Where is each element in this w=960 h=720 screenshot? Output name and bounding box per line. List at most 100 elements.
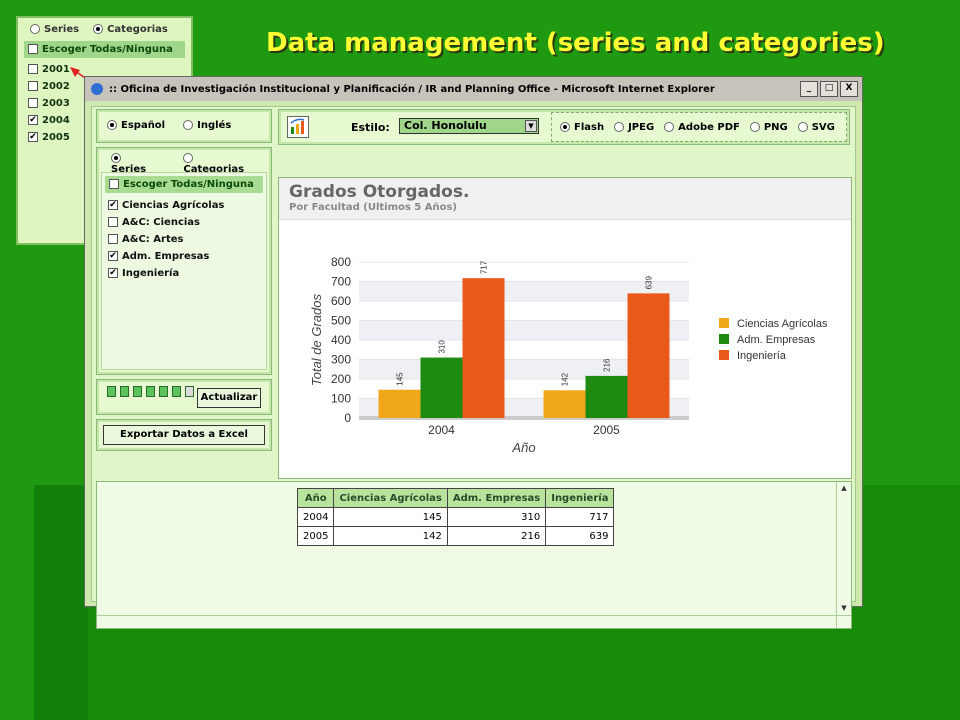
page-content: Español Inglés Series Categorias Escoger…: [91, 106, 856, 629]
y-axis-label: Total de Grados: [309, 293, 324, 386]
close-button[interactable]: X: [840, 81, 858, 97]
chart-icon[interactable]: [185, 386, 194, 397]
language-selector: Español Inglés: [96, 109, 272, 143]
radio-icon: [183, 153, 194, 163]
series-checkbox[interactable]: A&C: Ciencias: [102, 213, 266, 230]
radio-icon: [797, 121, 808, 132]
data-table: Año Ciencias Agrícolas Adm. Empresas Ingeni…: [296, 488, 615, 546]
y-tick-label: 800: [331, 255, 351, 269]
y-tick-label: 300: [331, 353, 351, 367]
table-row: 2004 145 310 717: [296, 507, 615, 527]
minimize-button[interactable]: _: [800, 81, 818, 97]
scroll-up-icon[interactable]: ▲: [839, 484, 849, 494]
table-cell: 216: [446, 526, 547, 546]
bar: [420, 357, 463, 418]
radio-icon: [107, 120, 117, 130]
format-radio[interactable]: JPEG: [614, 121, 655, 133]
select-all-toggle[interactable]: Escoger Todas/Ninguna: [105, 176, 263, 193]
series-list: Escoger Todas/Ninguna Ciencias Agrícolas A…: [101, 172, 267, 370]
y-tick-label: 600: [331, 294, 351, 308]
y-tick-label: 100: [331, 392, 351, 406]
ie-icon: [91, 83, 103, 95]
chart-icon[interactable]: [159, 386, 168, 397]
data-label: 145: [396, 372, 405, 386]
style-select-value: Col. Honolulu: [404, 119, 487, 132]
table-header: Ingeniería: [545, 488, 615, 508]
export-excel-button[interactable]: Exportar Datos a Excel: [103, 425, 265, 445]
checkbox-icon: [108, 251, 118, 261]
radio-english[interactable]: Inglés: [183, 120, 231, 131]
series-checkbox[interactable]: Adm. Empresas: [102, 247, 266, 264]
bar: [543, 390, 586, 418]
update-button[interactable]: Actualizar: [197, 388, 261, 408]
format-radio[interactable]: PNG: [749, 121, 788, 133]
y-tick-label: 500: [331, 314, 351, 328]
series-label: Ciencias Agrícolas: [122, 200, 225, 211]
radio-icon: [111, 153, 121, 163]
vertical-scrollbar[interactable]: ▲ ▼: [836, 482, 851, 628]
format-label: SVG: [811, 121, 835, 133]
x-tick-label: 2005: [593, 423, 620, 437]
format-radio[interactable]: Adobe PDF: [664, 121, 740, 133]
format-label: PNG: [763, 121, 788, 133]
refresh-icon[interactable]: [287, 116, 309, 138]
update-panel: Actualizar: [96, 379, 272, 415]
format-radio[interactable]: SVG: [797, 121, 835, 133]
chart-icon[interactable]: [133, 386, 142, 397]
data-label: 142: [561, 372, 570, 386]
chart-frame: Grados Otorgados. Por Facultad (Ultimos …: [278, 177, 852, 479]
radio-spanish-label: Español: [121, 120, 166, 131]
scroll-down-icon[interactable]: ▼: [839, 604, 849, 614]
table-row: 2005 142 216 639: [296, 526, 615, 546]
series-label: Escoger Todas/Ninguna: [123, 179, 254, 190]
format-label: JPEG: [628, 121, 655, 133]
series-label: A&C: Artes: [122, 234, 184, 245]
chart-icon[interactable]: [172, 386, 181, 397]
horizontal-scrollbar[interactable]: [97, 615, 851, 628]
chart-toolbar: Estilo: Col. Honolulu ▼ Flash JPEG Adobe P…: [278, 109, 850, 145]
format-radio[interactable]: Flash: [560, 121, 604, 133]
radio-icon: [614, 121, 625, 132]
checkbox-icon: [108, 200, 118, 210]
checkbox-icon: [108, 268, 118, 278]
table-cell: 639: [545, 526, 615, 546]
bar: [462, 278, 505, 418]
bar: [585, 375, 628, 418]
checkbox-icon: [108, 217, 118, 227]
legend-label: Adm. Empresas: [737, 334, 816, 346]
checkbox-icon: [109, 179, 119, 189]
series-checkbox[interactable]: Ciencias Agrícolas: [102, 196, 266, 213]
series-panel: Series Categorias Escoger Todas/NingunaC…: [96, 147, 272, 375]
series-label: A&C: Ciencias: [122, 217, 201, 228]
chart-icon[interactable]: [120, 386, 129, 397]
bar: [627, 293, 670, 418]
maximize-button[interactable]: □: [820, 81, 838, 97]
radio-icon: [183, 120, 194, 130]
chart-icon[interactable]: [107, 386, 116, 397]
table-header: Año: [296, 488, 335, 508]
table-cell: 142: [333, 526, 448, 546]
chart-icon[interactable]: [146, 386, 155, 397]
chart-title: Grados Otorgados.: [289, 182, 470, 202]
table-cell: 2005: [296, 526, 335, 546]
series-checkbox[interactable]: A&C: Artes: [102, 230, 266, 247]
y-tick-label: 400: [331, 333, 351, 347]
data-label: 717: [480, 260, 489, 274]
table-cell: 717: [545, 507, 615, 527]
radio-spanish[interactable]: Español: [107, 120, 165, 131]
legend-swatch: [719, 334, 729, 344]
format-label: Adobe PDF: [678, 121, 740, 133]
data-label: 639: [645, 275, 654, 289]
legend-swatch: [719, 318, 729, 328]
series-checkbox[interactable]: Ingeniería: [102, 264, 266, 281]
table-header: Ciencias Agrícolas: [333, 488, 448, 508]
style-select[interactable]: Col. Honolulu ▼: [399, 118, 539, 134]
export-panel: Exportar Datos a Excel: [96, 419, 272, 451]
radio-icon: [749, 121, 760, 132]
bar: [378, 389, 421, 418]
legend-label: Ingeniería: [737, 350, 787, 362]
chevron-down-icon: ▼: [525, 120, 537, 132]
data-label: 310: [438, 340, 447, 354]
y-tick-label: 200: [331, 372, 351, 386]
x-axis-label: Año: [511, 440, 535, 455]
